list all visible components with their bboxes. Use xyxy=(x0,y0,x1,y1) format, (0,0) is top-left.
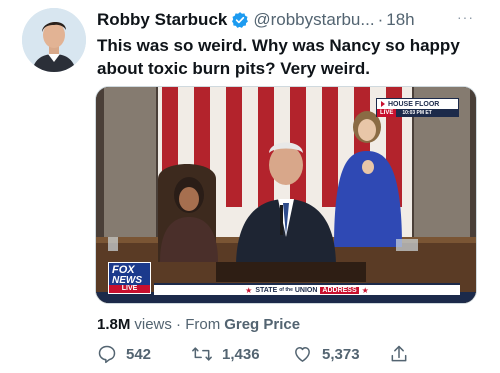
banner-state: STATE xyxy=(255,286,278,294)
separator-dot: · xyxy=(377,10,384,29)
fox-news-logo: FOX NEWS LIVE xyxy=(108,262,151,294)
like-button[interactable]: 5,373 xyxy=(292,342,360,366)
tweet-header: Robby Starbuck @robbystarbu... · 18h xyxy=(97,10,415,30)
reply-count: 542 xyxy=(126,345,152,363)
video-still-graphic xyxy=(96,87,476,303)
play-triangle-icon xyxy=(381,101,385,107)
reply-button[interactable]: 542 xyxy=(97,342,151,366)
banner-of: of the xyxy=(279,287,293,293)
live-time: 10:03 PM ET xyxy=(402,110,432,116)
state-of-union-banner: ★ STATE of the UNION ADDRESS ★ xyxy=(154,283,460,295)
banner-address: ADDRESS xyxy=(320,286,359,294)
star-icon: ★ xyxy=(245,285,253,295)
share-button[interactable] xyxy=(389,342,409,366)
author-name[interactable]: Robby Starbuck xyxy=(97,10,227,30)
source-link[interactable]: Greg Price xyxy=(224,316,300,333)
tweet[interactable]: Robby Starbuck @robbystarbu... · 18h ···… xyxy=(0,0,500,373)
from-label: · From xyxy=(171,316,221,333)
author-handle[interactable]: @robbystarbu... xyxy=(253,10,374,30)
reply-icon xyxy=(98,345,116,364)
heart-icon xyxy=(295,347,310,362)
retweet-count: 1,436 xyxy=(222,345,260,363)
views-count: 1.8M xyxy=(97,316,131,333)
tweet-text: This was so weird. Why was Nancy so happ… xyxy=(97,36,460,78)
views-label: views xyxy=(134,316,172,333)
live-tag: LIVE xyxy=(377,109,397,117)
like-count: 5,373 xyxy=(322,345,360,363)
action-bar: 542 1,436 5,373 xyxy=(0,342,500,366)
views-line: 1.8M views · From Greg Price xyxy=(97,316,300,333)
more-options-icon[interactable]: ··· xyxy=(457,10,474,24)
logo-live: LIVE xyxy=(109,285,150,293)
house-badge-title: HOUSE FLOOR xyxy=(388,100,440,108)
retweet-icon xyxy=(192,347,212,361)
banner-union: UNION xyxy=(294,286,318,294)
verified-badge-icon xyxy=(231,11,249,29)
house-floor-badge: HOUSE FLOOR LIVE 10:03 PM ET xyxy=(376,98,459,117)
avatar[interactable] xyxy=(22,8,86,72)
timestamp[interactable]: 18h xyxy=(386,10,414,30)
tweet-media-image[interactable]: HOUSE FLOOR LIVE 10:03 PM ET FOX NEWS LIV… xyxy=(95,86,477,304)
retweet-button[interactable]: 1,436 xyxy=(191,342,260,366)
star-icon: ★ xyxy=(361,285,369,295)
share-icon xyxy=(391,345,407,362)
